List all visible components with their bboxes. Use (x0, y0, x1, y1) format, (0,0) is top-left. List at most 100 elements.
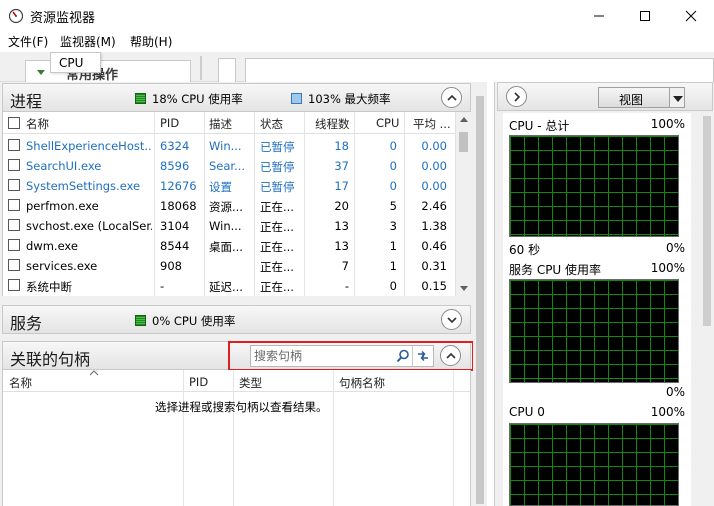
graph-top-pct: 100% (650, 405, 685, 419)
minimize-button[interactable] (576, 0, 622, 31)
table-row[interactable]: 系统中断 - 延迟... 正在... - 0 0.15 (3, 276, 455, 296)
menu-monitor[interactable]: 监视器(M) (60, 33, 116, 50)
cell-status: 已暂停 (260, 140, 295, 154)
col-cpu[interactable]: CPU (376, 116, 399, 130)
handle-search-box[interactable] (250, 345, 434, 367)
graph-panel-cpu-total: CPU - 总计 100% 60 秒 0% (503, 113, 691, 257)
service-cpu-graph (509, 279, 679, 383)
cell-status: 已暂停 (260, 180, 295, 194)
scroll-up-icon[interactable] (460, 117, 468, 122)
maximize-button[interactable] (622, 0, 668, 31)
cell-cpu: 1 (389, 239, 397, 253)
table-row[interactable]: ShellExperienceHost... 6324 Win... 已暂停 18 0 0.… (3, 136, 455, 156)
table-row[interactable]: perfmon.exe 18068 资源... 正在... 20 5 2.46 (3, 196, 455, 216)
col-separator (333, 370, 334, 506)
cell-name: 系统中断 (26, 280, 72, 294)
menu-help[interactable]: 帮助(H) (130, 33, 172, 50)
close-button[interactable] (668, 0, 714, 31)
main-scrollbar[interactable] (473, 82, 487, 506)
cell-pid: 908 (160, 259, 182, 273)
row-checkbox[interactable] (8, 259, 20, 271)
cell-name: SystemSettings.exe (26, 179, 141, 193)
table-row[interactable]: SearchUI.exe 8596 Sear... 已暂停 37 0 0.00 (3, 156, 455, 176)
table-row[interactable]: services.exe 908 正在... 7 1 0.31 (3, 256, 455, 276)
cell-avg: 0.31 (421, 259, 447, 273)
graph-bottom-pct: 0% (665, 385, 685, 399)
cell-pid: 3104 (160, 219, 190, 233)
max-frequency-icon (291, 93, 302, 104)
col-threads[interactable]: 线程数 (315, 116, 350, 132)
processes-header[interactable]: 进程 18% CPU 使用率 103% 最大频率 (2, 83, 471, 112)
view-dropdown-button[interactable] (669, 87, 685, 108)
cell-name: svchost.exe (LocalSer... (26, 219, 152, 233)
processes-collapse-button[interactable] (441, 87, 462, 108)
row-checkbox[interactable] (8, 219, 20, 231)
menu-file[interactable]: 文件(F) (8, 33, 48, 50)
cell-avg: 2.46 (421, 199, 447, 213)
cell-desc: 延迟... (209, 280, 243, 294)
col-separator (453, 370, 454, 506)
search-icon[interactable] (396, 349, 410, 363)
row-checkbox[interactable] (8, 199, 20, 211)
tab-separator (200, 56, 202, 80)
cell-status: 已暂停 (260, 160, 295, 174)
cell-desc: Sear... (209, 159, 246, 173)
right-panel: 视图 CPU - 总计 100% 60 秒 0% 服务 CPU 使用率 100%… (494, 82, 714, 506)
process-table: 名称 PID 描述 状态 线程数 CPU 平均 ... ShellExperie… (2, 112, 471, 296)
services-title: 服务 (10, 314, 43, 333)
cell-name: services.exe (26, 259, 98, 273)
services-expand-button[interactable] (441, 309, 462, 330)
col-pid[interactable]: PID (160, 116, 179, 130)
row-checkbox[interactable] (8, 179, 20, 191)
graph-top-pct: 100% (650, 117, 685, 131)
right-panel-toggle-button[interactable] (506, 86, 527, 107)
tab-secondary[interactable] (218, 58, 236, 84)
row-checkbox[interactable] (8, 279, 20, 291)
col-separator (183, 370, 184, 506)
col-name[interactable]: 名称 (26, 116, 49, 132)
processes-cpu-meter: 18% CPU 使用率 (135, 92, 243, 106)
select-all-checkbox[interactable] (8, 117, 20, 129)
close-icon (685, 10, 697, 21)
col-status[interactable]: 状态 (260, 116, 283, 132)
table-row[interactable]: SystemSettings.exe 12676 设置 已暂停 17 0 0.00 (3, 176, 455, 196)
graph-grid (510, 424, 678, 505)
services-header[interactable]: 服务 0% CPU 使用率 (2, 305, 471, 334)
main-scroll-thumb[interactable] (476, 96, 484, 504)
col-avg[interactable]: 平均 ... (413, 116, 451, 132)
row-checkbox[interactable] (8, 159, 20, 171)
cell-name: perfmon.exe (26, 199, 99, 213)
handle-search-input[interactable] (254, 348, 394, 364)
services-cpu-meter: 0% CPU 使用率 (135, 314, 235, 328)
right-scroll-thumb[interactable] (703, 116, 711, 326)
row-checkbox[interactable] (8, 239, 20, 251)
handles-title: 关联的句柄 (10, 350, 91, 369)
cell-threads: 18 (334, 139, 349, 153)
row-checkbox[interactable] (8, 139, 20, 151)
process-table-header: 名称 PID 描述 状态 线程数 CPU 平均 ... (3, 112, 455, 134)
handles-col-handle-name[interactable]: 句柄名称 (339, 375, 385, 391)
scroll-down-icon[interactable] (460, 286, 468, 291)
table-row[interactable]: dwm.exe 8544 桌面... 正在... 13 1 0.46 (3, 236, 455, 256)
handles-col-type[interactable]: 类型 (239, 375, 262, 391)
cell-threads: 37 (334, 159, 349, 173)
handles-table-header: 名称 PID 类型 句柄名称 (3, 370, 470, 392)
title-bar: 资源监视器 (0, 0, 714, 31)
right-panel-scrollbar[interactable] (699, 112, 714, 506)
cell-desc: 设置 (209, 180, 232, 194)
resource-monitor-window: 资源监视器 文件(F) 监视器(M) 帮助(H) 常用操作 CPU 进程 18%… (0, 0, 714, 506)
scroll-thumb[interactable] (459, 132, 468, 152)
processes-freq-meter: 103% 最大频率 (291, 92, 391, 106)
handles-collapse-button[interactable] (440, 345, 461, 366)
handles-col-name[interactable]: 名称 (9, 375, 32, 391)
cell-pid: 8544 (160, 239, 190, 253)
refresh-icon[interactable] (416, 349, 430, 363)
col-separator (233, 370, 234, 506)
handles-col-pid[interactable]: PID (189, 375, 208, 389)
cpu-total-graph (509, 135, 679, 237)
cell-threads: 13 (334, 219, 349, 233)
col-desc[interactable]: 描述 (209, 116, 232, 132)
table-row[interactable]: svchost.exe (LocalSer... 3104 Win... 正在... 1… (3, 216, 455, 236)
cell-pid: 6324 (160, 139, 190, 153)
process-table-scrollbar[interactable] (455, 112, 471, 296)
